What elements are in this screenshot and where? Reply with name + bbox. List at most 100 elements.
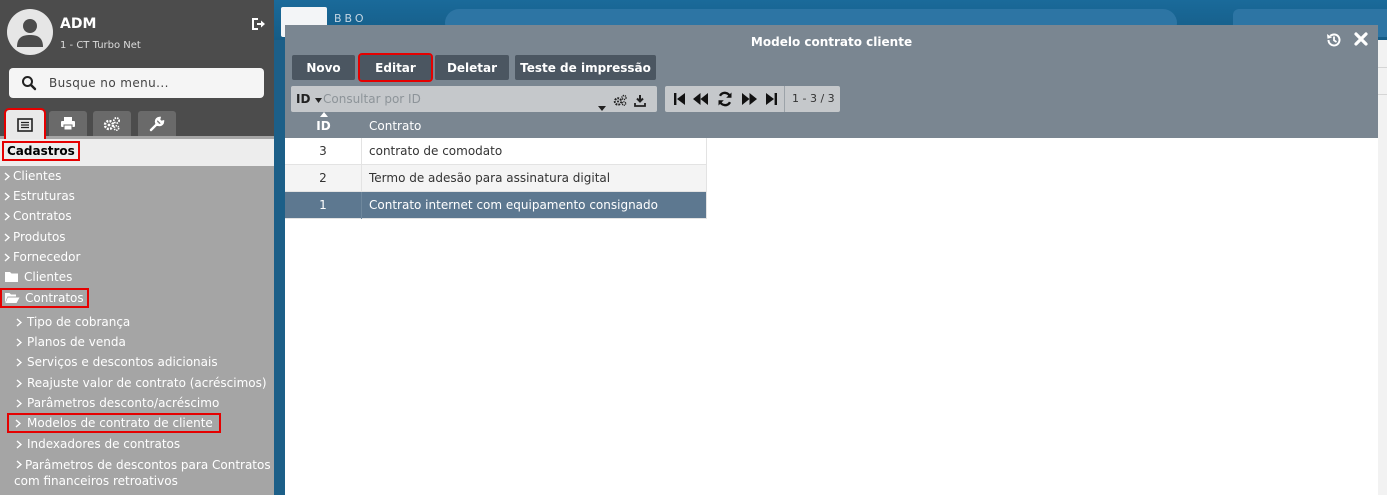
- cell-contrato: Contrato internet com equipamento consig…: [369, 198, 658, 212]
- filter-field-label: ID: [296, 92, 311, 106]
- dropdown-caret[interactable]: [598, 96, 606, 115]
- menu-item-planos-de-venda[interactable]: Planos de venda: [16, 335, 126, 349]
- table-row-selected[interactable]: 1 Contrato internet com equipamento cons…: [285, 192, 707, 219]
- contracts-table: 3 contrato de comodato 2 Termo de adesão…: [285, 138, 707, 219]
- logout-button[interactable]: [250, 16, 266, 32]
- logout-icon: [252, 18, 265, 30]
- gears-icon: [613, 94, 627, 106]
- pager-count: 1 - 3 / 3: [792, 92, 835, 105]
- chevron-right-icon: [16, 376, 27, 390]
- menu-item-label: Tipo de cobrança: [27, 315, 131, 329]
- column-header-contrato[interactable]: Contrato: [369, 119, 421, 133]
- menu-item-reajuste-valor[interactable]: Reajuste valor de contrato (acréscimos): [16, 376, 267, 390]
- menu-item-fornecedor[interactable]: Fornecedor: [4, 250, 80, 264]
- teste-impressao-button[interactable]: Teste de impressão: [515, 55, 656, 80]
- print-icon: [61, 117, 75, 131]
- folder-clientes[interactable]: Clientes: [4, 270, 72, 284]
- menu-item-label: Serviços e descontos adicionais: [27, 355, 218, 369]
- menu-search-box: [9, 68, 264, 98]
- menu-item-label: Reajuste valor de contrato (acréscimos): [27, 376, 267, 390]
- tab-ferramentas[interactable]: [138, 111, 176, 136]
- tab-relatorios[interactable]: [49, 111, 87, 136]
- next-page-button[interactable]: [741, 91, 757, 107]
- filter-field-select[interactable]: ID: [296, 92, 322, 106]
- pager-divider: [784, 86, 785, 112]
- folder-open-icon: [5, 293, 20, 303]
- folder-icon: [5, 272, 18, 282]
- chevron-right-icon: [14, 457, 25, 473]
- menu-item-parametros-desconto[interactable]: Parâmetros desconto/acréscimo: [16, 396, 219, 410]
- menu-item-label: Parâmetros desconto/acréscimo: [27, 396, 220, 410]
- sidebar: ADM 1 - CT Turbo Net Busque no menu... C…: [0, 0, 274, 495]
- close-icon: [1354, 32, 1368, 46]
- cell-id: 3: [285, 138, 362, 165]
- menu-item-label: Indexadores de contratos: [27, 437, 181, 451]
- chevron-right-icon: [4, 230, 13, 244]
- menu-item-tipo-de-cobranca[interactable]: Tipo de cobrança: [16, 315, 130, 329]
- folder-contratos[interactable]: Contratos: [0, 288, 89, 308]
- menu-item-label: Fornecedor: [13, 250, 81, 264]
- menu-item-parametros-retroativos[interactable]: Parâmetros de descontos para Contratos c…: [14, 457, 272, 489]
- avatar[interactable]: [7, 9, 53, 55]
- menu-item-produtos[interactable]: Produtos: [4, 230, 66, 244]
- menu-item-label: Planos de venda: [27, 335, 126, 349]
- cell-id: 2: [285, 165, 362, 192]
- refresh-icon: [718, 91, 731, 107]
- menu-item-label: Produtos: [13, 230, 66, 244]
- background-edge: [1378, 40, 1387, 495]
- menu-item-estruturas[interactable]: Estruturas: [4, 189, 75, 203]
- filter-input[interactable]: [323, 90, 593, 108]
- menu-item-label: Estruturas: [13, 189, 75, 203]
- chevron-right-icon: [4, 189, 13, 203]
- filter-settings-button[interactable]: [613, 92, 627, 111]
- column-header-id[interactable]: ID: [285, 119, 362, 133]
- first-page-button[interactable]: [672, 91, 686, 107]
- menu-item-contratos[interactable]: Contratos: [4, 209, 72, 223]
- filter-bar: ID: [291, 86, 657, 112]
- menu-search-input[interactable]: [49, 74, 254, 92]
- caret-down-icon: [314, 98, 322, 103]
- user-name: ADM: [60, 16, 97, 32]
- table-row[interactable]: 2 Termo de adesão para assinatura digita…: [285, 165, 707, 192]
- menu-item-indexadores[interactable]: Indexadores de contratos: [16, 437, 180, 451]
- menu-item-label: Clientes: [13, 169, 62, 183]
- editar-button[interactable]: Editar: [358, 53, 433, 82]
- export-button[interactable]: [634, 92, 646, 111]
- sort-indicator-icon: [320, 112, 328, 117]
- backward-icon: [692, 93, 708, 105]
- menu-item-modelos-de-contrato[interactable]: Modelos de contrato de cliente: [7, 413, 221, 433]
- menu-item-servicos-descontos[interactable]: Serviços e descontos adicionais: [16, 355, 218, 369]
- refresh-button[interactable]: [716, 91, 733, 107]
- previous-page-button[interactable]: [692, 91, 708, 107]
- download-icon: [634, 95, 646, 107]
- tab-cadastros[interactable]: [4, 108, 46, 141]
- novo-button[interactable]: Novo: [292, 55, 355, 80]
- close-button[interactable]: [1353, 31, 1369, 47]
- last-page-button[interactable]: [764, 91, 778, 107]
- user-avatar-icon: [17, 19, 43, 47]
- menu-item-label: Contratos: [13, 209, 72, 223]
- list-icon: [17, 117, 33, 132]
- chevron-right-icon: [15, 416, 27, 430]
- history-button[interactable]: [1325, 31, 1343, 49]
- search-icon: [22, 76, 37, 91]
- chevron-right-icon: [16, 335, 27, 349]
- gears-icon: [103, 116, 120, 131]
- chevron-right-icon: [16, 355, 27, 369]
- table-row[interactable]: 3 contrato de comodato: [285, 138, 707, 165]
- background-brand: BBO: [334, 12, 367, 25]
- chevron-right-icon: [16, 396, 27, 410]
- section-title: Cadastros: [2, 141, 80, 161]
- menu-item-clientes[interactable]: Clientes: [4, 169, 61, 183]
- deletar-button[interactable]: Deletar: [435, 55, 509, 80]
- modal-window: Modelo contrato cliente Novo Editar Dele…: [285, 25, 1378, 495]
- first-page-icon: [673, 93, 685, 105]
- folder-label: Clientes: [24, 270, 73, 284]
- chevron-right-icon: [4, 169, 13, 183]
- table-border: [706, 138, 707, 219]
- menu-item-label: Parâmetros de descontos para Contratos c…: [14, 458, 271, 488]
- tab-configuracoes[interactable]: [93, 111, 131, 136]
- modal-title: Modelo contrato cliente: [750, 35, 913, 49]
- chevron-right-icon: [16, 315, 27, 329]
- chevron-right-icon: [4, 250, 13, 264]
